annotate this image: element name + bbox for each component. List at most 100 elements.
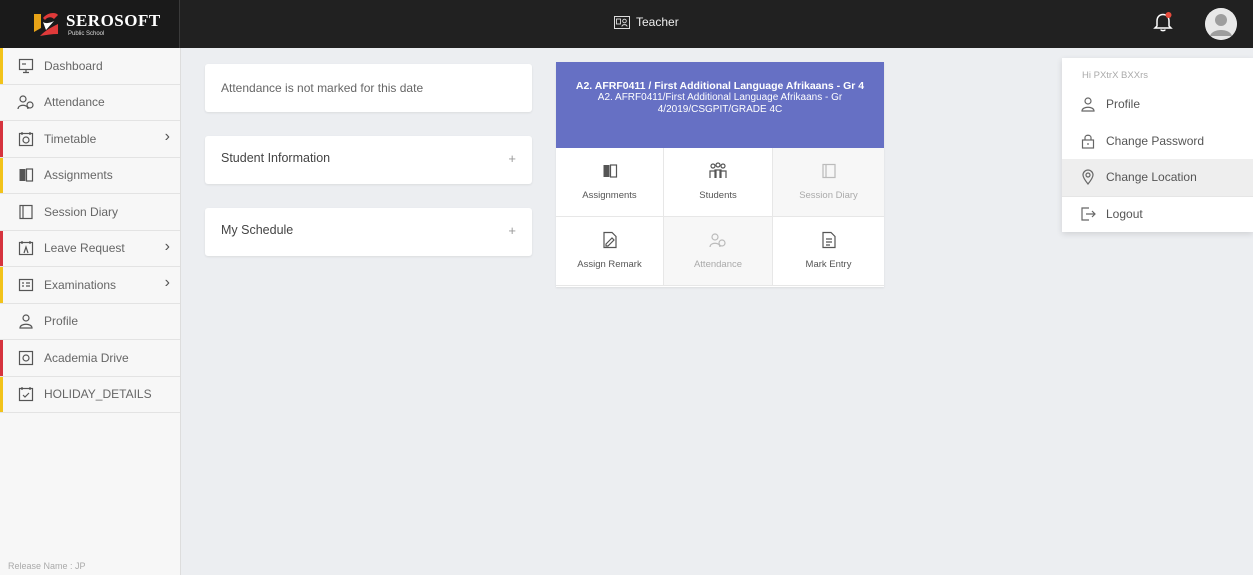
- brand-tagline: Public School: [68, 30, 105, 37]
- academia-drive-icon: [17, 349, 35, 367]
- attendance-notice-text: Attendance is not marked for this date: [221, 81, 424, 95]
- sidebar: Dashboard Attendance Timetable › Assignments…: [0, 48, 181, 575]
- accent-bar: [0, 121, 3, 157]
- accordion-student-information[interactable]: Student Information +: [205, 136, 532, 184]
- accent-bar: [0, 340, 3, 376]
- accent-bar: [0, 267, 3, 303]
- profile-icon: [1080, 96, 1096, 112]
- action-label: Assignments: [582, 190, 637, 201]
- sidebar-item-label: Profile: [44, 314, 79, 329]
- menu-item-label: Logout: [1106, 207, 1143, 222]
- sidebar-item-profile[interactable]: Profile: [0, 304, 180, 340]
- sidebar-item-label: Examinations: [44, 277, 117, 292]
- action-mark-entry[interactable]: Mark Entry: [773, 217, 884, 286]
- serosoft-logo-icon: [32, 10, 60, 38]
- sidebar-item-label: Assignments: [44, 168, 113, 183]
- sidebar-item-label: HOLIDAY_DETAILS: [44, 387, 152, 402]
- timetable-icon: [17, 130, 35, 148]
- attendance-notice: Attendance is not marked for this date: [205, 64, 532, 112]
- session-diary-icon: [821, 160, 837, 182]
- accent-bar: [0, 85, 3, 121]
- action-attendance: Attendance: [664, 217, 773, 286]
- sidebar-item-leave-request[interactable]: Leave Request ›: [0, 230, 180, 267]
- sidebar-item-label: Timetable: [44, 131, 97, 146]
- leave-request-icon: [17, 239, 35, 257]
- action-label: Attendance: [693, 259, 743, 270]
- avatar[interactable]: [1205, 8, 1237, 40]
- action-label: Students: [699, 190, 737, 201]
- profile-icon: [17, 312, 35, 330]
- subject-title: A2. AFRF0411 / First Additional Language…: [575, 80, 865, 92]
- chevron-right-icon: ›: [164, 128, 170, 145]
- sidebar-item-holiday-details[interactable]: HOLIDAY_DETAILS: [0, 376, 180, 413]
- chevron-right-icon: ›: [164, 274, 170, 291]
- mark-entry-icon: [821, 229, 837, 251]
- sidebar-item-timetable[interactable]: Timetable ›: [0, 121, 180, 158]
- subject-subtitle: A2. AFRF0411/First Additional Language A…: [597, 92, 843, 115]
- chevron-right-icon: ›: [164, 237, 170, 255]
- action-label: Mark Entry: [805, 259, 852, 270]
- sidebar-item-academia-drive[interactable]: Academia Drive: [0, 340, 180, 377]
- avatar-icon: [1205, 8, 1237, 40]
- menu-item-change-password[interactable]: Change Password: [1062, 123, 1253, 160]
- user-menu: Hi PXtrX BXXrs Profile Change Password Cha…: [1062, 58, 1253, 232]
- assign-remark-icon: [602, 229, 618, 251]
- teacher-badge-icon: [614, 15, 630, 29]
- subject-card-header: A2. AFRF0411 / First Additional Language…: [556, 62, 884, 148]
- accent-bar: [0, 230, 3, 266]
- sidebar-item-examinations[interactable]: Examinations ›: [0, 267, 180, 304]
- role-label: Teacher: [636, 15, 679, 29]
- sidebar-item-label: Dashboard: [44, 58, 103, 73]
- holiday-details-icon: [17, 385, 35, 403]
- plus-icon[interactable]: +: [508, 223, 516, 241]
- sidebar-item-assignments[interactable]: Assignments: [0, 157, 180, 194]
- sidebar-item-label: Attendance: [44, 95, 105, 110]
- user-greeting: Hi PXtrX BXXrs: [1082, 70, 1148, 81]
- action-students[interactable]: Students: [664, 148, 773, 217]
- subject-card: A2. AFRF0411 / First Additional Language…: [556, 62, 884, 287]
- logout-icon: [1080, 206, 1096, 222]
- role-indicator[interactable]: Teacher: [614, 15, 679, 29]
- accordion-label: My Schedule: [221, 223, 294, 237]
- menu-item-change-location[interactable]: Change Location: [1062, 159, 1253, 196]
- sidebar-item-session-diary[interactable]: Session Diary: [0, 194, 180, 231]
- accent-bar: [0, 304, 3, 340]
- accent-bar: [0, 48, 3, 84]
- action-session-diary: Session Diary: [773, 148, 884, 217]
- brand-logo[interactable]: SEROSOFT Public School: [0, 0, 180, 48]
- dashboard-icon: [17, 57, 35, 75]
- bell-icon[interactable]: [1153, 11, 1173, 38]
- plus-icon[interactable]: +: [508, 151, 516, 169]
- accent-bar: [0, 376, 3, 412]
- accent-bar: [0, 194, 3, 230]
- sidebar-item-dashboard[interactable]: Dashboard: [0, 48, 180, 85]
- menu-item-logout[interactable]: Logout: [1062, 195, 1253, 233]
- brand-name: SEROSOFT: [66, 10, 161, 30]
- lock-icon: [1080, 133, 1096, 149]
- assignments-icon: [602, 160, 618, 182]
- accent-bar: [0, 157, 3, 193]
- attendance-icon: [17, 93, 35, 111]
- action-label: Assign Remark: [577, 259, 642, 270]
- menu-item-label: Profile: [1106, 97, 1141, 112]
- top-bar: SEROSOFT Public School Teacher: [0, 0, 1253, 48]
- session-diary-icon: [17, 203, 35, 221]
- action-assign-remark[interactable]: Assign Remark: [556, 217, 664, 286]
- attendance-icon: [709, 229, 727, 251]
- assignments-icon: [17, 166, 35, 184]
- menu-item-profile[interactable]: Profile: [1062, 86, 1253, 123]
- menu-item-label: Change Location: [1106, 170, 1197, 185]
- accordion-my-schedule[interactable]: My Schedule +: [205, 208, 532, 256]
- accordion-label: Student Information: [221, 151, 331, 165]
- release-name: Release Name : JP: [8, 561, 86, 571]
- sidebar-item-label: Session Diary: [44, 204, 119, 219]
- sidebar-item-attendance[interactable]: Attendance: [0, 85, 180, 121]
- examinations-icon: [17, 276, 35, 294]
- sidebar-item-label: Academia Drive: [44, 350, 129, 365]
- sidebar-item-label: Leave Request: [44, 241, 125, 256]
- students-icon: [708, 160, 728, 182]
- action-label: Session Diary: [799, 190, 858, 201]
- location-pin-icon: [1080, 169, 1096, 186]
- action-assignments[interactable]: Assignments: [556, 148, 664, 217]
- menu-item-label: Change Password: [1106, 133, 1205, 148]
